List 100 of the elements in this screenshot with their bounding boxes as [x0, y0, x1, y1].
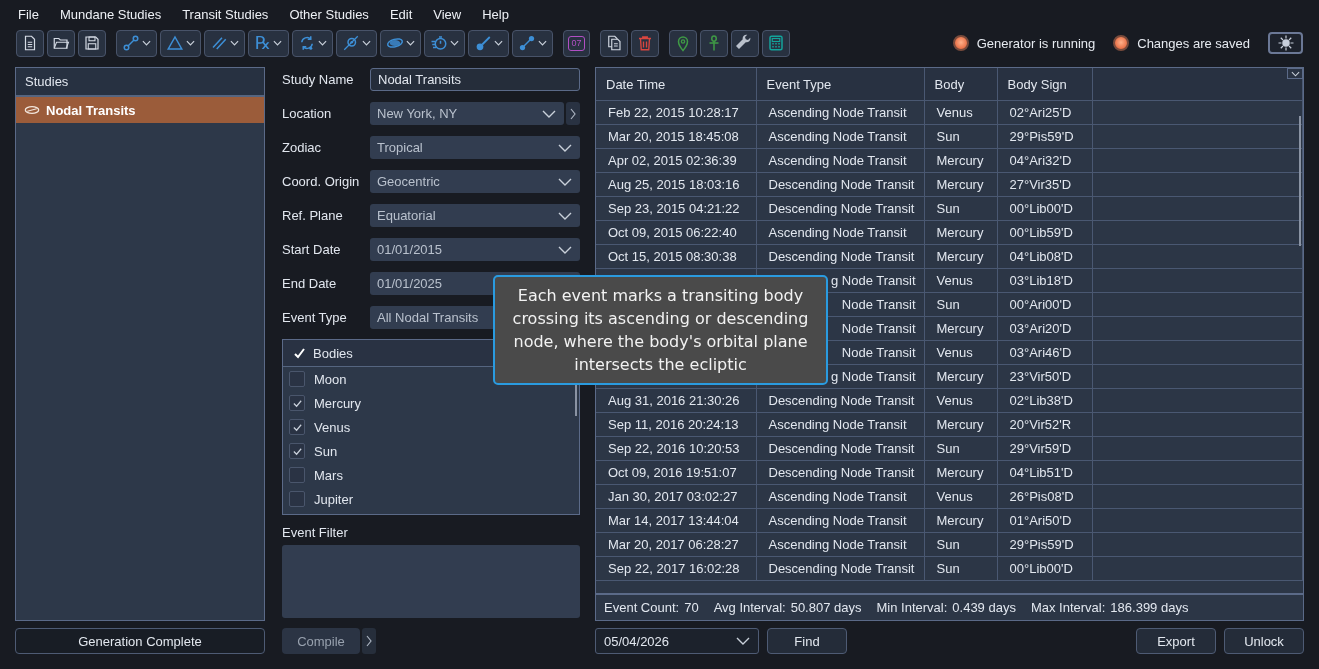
toolbar-button[interactable]: [424, 29, 465, 57]
chevron-down-icon: [558, 143, 572, 152]
stopwatch-icon: [430, 34, 448, 52]
menu-item[interactable]: View: [433, 6, 462, 22]
toolbar-button[interactable]: [336, 29, 377, 57]
column-header[interactable]: Date Time: [606, 76, 666, 92]
table-cell: Mercury: [936, 249, 984, 264]
event-filter-field[interactable]: [282, 545, 580, 618]
calculator-icon: [767, 34, 785, 52]
checkbox[interactable]: [289, 443, 305, 459]
cycle-icon: [298, 34, 316, 52]
column-header[interactable]: Event Type: [766, 76, 832, 92]
stat-value: 70: [684, 600, 699, 615]
chevron-down-icon: [558, 245, 572, 254]
menu-item[interactable]: Mundane Studies: [59, 6, 162, 22]
toolbar-button[interactable]: [600, 29, 628, 57]
study-name-field[interactable]: Nodal Transits: [370, 68, 580, 91]
field-label: Study Name: [282, 72, 355, 87]
status-button[interactable]: Generation Complete: [15, 628, 265, 654]
table-cell: 29°Pis59'D: [1009, 537, 1074, 552]
body-label: Mercury: [314, 395, 361, 411]
table-cell: Descending Node Transit: [768, 177, 915, 192]
menu-item[interactable]: Help: [482, 6, 509, 22]
menu-item[interactable]: Other Studies: [289, 6, 369, 22]
stat-value: 50.807 days: [790, 600, 862, 615]
trash-icon: [636, 34, 654, 52]
table-cell: Sun: [936, 561, 960, 576]
caret-icon: [273, 40, 283, 46]
toolbar-button[interactable]: [47, 29, 75, 57]
table-cell: Mar 20, 2015 18:45:08: [608, 129, 739, 144]
toolbar-button[interactable]: [16, 29, 44, 57]
table-cell: Descending Node Transit: [768, 393, 915, 408]
dropdown-field[interactable]: New York, NY: [370, 102, 564, 125]
toolbar-button[interactable]: [292, 29, 333, 57]
dropdown-field[interactable]: Tropical: [370, 136, 580, 159]
checkbox[interactable]: [289, 419, 305, 435]
table-cell: 04°Ari32'D: [1009, 153, 1072, 168]
toolbar-button[interactable]: [78, 29, 106, 57]
table-cell: 26°Pis08'D: [1009, 489, 1074, 504]
column-menu-button[interactable]: [1287, 68, 1303, 79]
table-cell: 00°Ari00'D: [1009, 297, 1072, 312]
table-cell: g Node Transit: [830, 369, 916, 384]
toolbar-button[interactable]: [512, 29, 553, 57]
export-button[interactable]: Export: [1136, 628, 1216, 654]
table-cell: Ascending Node Transit: [768, 489, 907, 504]
theme-button[interactable]: [1268, 32, 1303, 54]
table-cell: Sun: [936, 537, 960, 552]
dropdown-field[interactable]: Geocentric: [370, 170, 580, 193]
side-button[interactable]: [362, 628, 376, 654]
body-label: Moon: [314, 371, 347, 387]
scrollbar[interactable]: [1299, 116, 1301, 246]
study-item[interactable]: Nodal Transits: [16, 97, 264, 123]
table-cell: Oct 09, 2016 19:51:07: [608, 465, 737, 480]
table-cell: Sun: [936, 129, 960, 144]
table-cell: Venus: [936, 393, 973, 408]
table-cell: Node Transit: [841, 345, 916, 360]
table-cell: Descending Node Transit: [768, 201, 915, 216]
table-cell: Mercury: [936, 369, 984, 384]
field-label: Zodiac: [282, 140, 323, 155]
slashes-icon: [210, 34, 228, 52]
table-cell: Node Transit: [841, 321, 916, 336]
toolbar-button[interactable]: [468, 29, 509, 57]
dropdown-field[interactable]: 01/01/2015: [370, 238, 580, 261]
table-cell: Venus: [936, 489, 973, 504]
table-cell: Jan 30, 2017 03:02:27: [608, 489, 738, 504]
table-cell: Sep 22, 2016 10:20:53: [608, 441, 740, 456]
checkbox[interactable]: [289, 371, 305, 387]
table-cell: Ascending Node Transit: [768, 129, 907, 144]
table-cell: Mercury: [936, 153, 984, 168]
dropdown-field[interactable]: Equatorial: [370, 204, 580, 227]
chevron-down-icon: [736, 637, 750, 645]
find-button[interactable]: Find: [767, 628, 847, 654]
checkbox[interactable]: [289, 395, 305, 411]
side-button[interactable]: [566, 102, 580, 125]
menu-item[interactable]: Edit: [389, 6, 413, 22]
menu-item[interactable]: Transit Studies: [182, 6, 269, 22]
menu-item[interactable]: File: [18, 6, 39, 22]
checkbox[interactable]: [289, 467, 305, 483]
table-cell: Node Transit: [841, 297, 916, 312]
copy-icon: [605, 34, 623, 52]
stat-value: 0.439 days: [952, 600, 1016, 615]
toolbar-button[interactable]: [116, 29, 157, 57]
toolbar-button[interactable]: [762, 29, 790, 57]
checkbox[interactable]: [289, 491, 305, 507]
toolbar-button[interactable]: ℞: [248, 29, 289, 57]
table-cell: 03°Ari46'D: [1009, 345, 1072, 360]
table-cell: Feb 22, 2015 10:28:17: [608, 105, 739, 120]
table-cell: 02°Ari25'D: [1009, 105, 1072, 120]
table-cell: 02°Lib38'D: [1009, 393, 1073, 408]
unlock-button[interactable]: Unlock: [1224, 628, 1304, 654]
field-label: Ref. Plane: [282, 208, 344, 223]
caret-icon: [142, 40, 151, 46]
toolbar-button[interactable]: [731, 29, 759, 57]
stat-label: Event Count:: [604, 600, 680, 615]
caret-icon: [318, 40, 327, 46]
date-picker[interactable]: 05/04/2026: [595, 628, 759, 654]
caret-icon: [450, 40, 459, 46]
orbit-icon: [24, 105, 40, 115]
table-cell: Ascending Node Transit: [768, 417, 907, 432]
node-link-icon: [122, 34, 140, 52]
